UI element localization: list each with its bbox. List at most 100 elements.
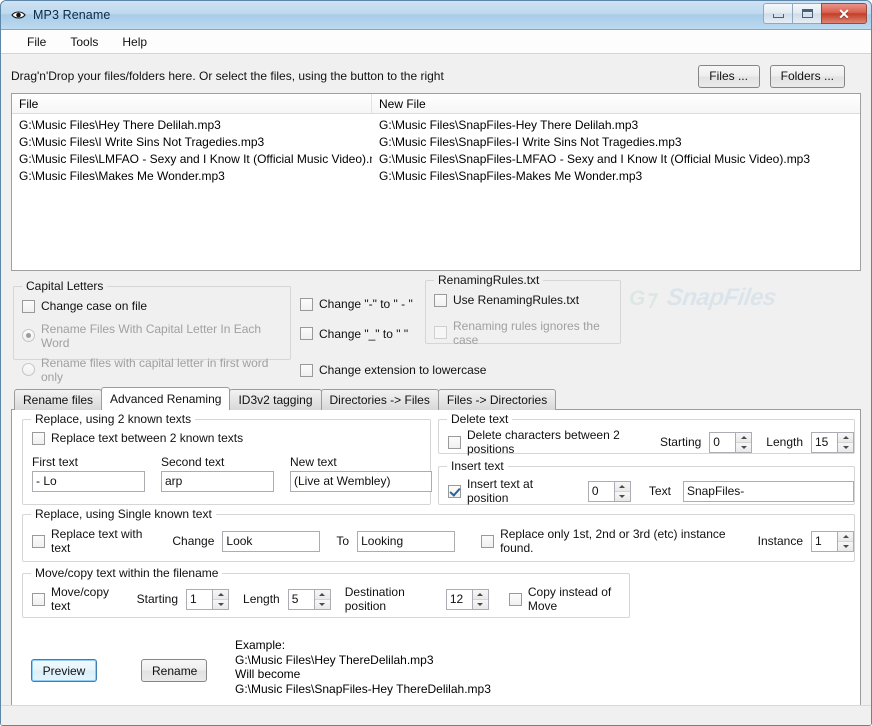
- replace-text-with-text-checkbox[interactable]: Replace text with text: [32, 527, 154, 555]
- change-input[interactable]: [222, 530, 321, 552]
- capital-letters-title: Capital Letters: [22, 279, 108, 293]
- stepper-down-icon[interactable]: [614, 491, 630, 501]
- instance-input[interactable]: [811, 530, 837, 552]
- menu-help[interactable]: Help: [110, 32, 159, 52]
- delete-length-stepper[interactable]: [811, 431, 854, 453]
- tab-rename-files[interactable]: Rename files: [14, 389, 103, 410]
- tab-id3v2-tagging[interactable]: ID3v2 tagging: [229, 389, 322, 410]
- renaming-rules-title: RenamingRules.txt: [434, 273, 544, 287]
- table-row[interactable]: G:\Music Files\Makes Me Wonder.mp3 G:\Mu…: [12, 168, 860, 185]
- delete-starting-stepper[interactable]: [709, 431, 753, 453]
- column-header-file[interactable]: File: [12, 94, 372, 113]
- change-case-checkbox[interactable]: Change case on file: [22, 299, 147, 313]
- destination-position-input[interactable]: [445, 588, 472, 610]
- rules-ignore-case-checkbox[interactable]: Renaming rules ignores the case: [434, 319, 620, 347]
- table-row[interactable]: G:\Music Files\LMFAO - Sexy and I Know I…: [12, 151, 860, 168]
- stepper-down-icon[interactable]: [838, 442, 853, 452]
- checkbox-box: [481, 534, 495, 548]
- stepper-down-icon[interactable]: [314, 599, 330, 609]
- replace-text-with-text-label: Replace text with text: [51, 527, 143, 555]
- use-renaming-rules-label: Use RenamingRules.txt: [453, 293, 580, 307]
- to-input[interactable]: [357, 530, 456, 552]
- stepper-down-icon[interactable]: [736, 442, 752, 452]
- move-starting-label: Starting: [136, 592, 179, 606]
- menu-tools[interactable]: Tools: [58, 32, 110, 52]
- stepper-down-icon[interactable]: [838, 541, 853, 551]
- insert-position-stepper[interactable]: [587, 480, 631, 502]
- insert-text-label: Text: [648, 484, 671, 498]
- move-length-input[interactable]: [287, 588, 314, 610]
- stepper-up-icon[interactable]: [736, 432, 752, 443]
- rename-button[interactable]: Rename: [141, 659, 207, 682]
- delete-text-title: Delete text: [447, 412, 513, 426]
- delete-text-group: Delete text Delete characters between 2 …: [438, 412, 855, 456]
- instance-stepper[interactable]: [811, 530, 854, 552]
- change-underscore-checkbox[interactable]: Change "_" to " ": [300, 327, 408, 341]
- insert-position-input[interactable]: [587, 480, 614, 502]
- capital-first-word-radio[interactable]: Rename files with capital letter in firs…: [22, 356, 290, 384]
- stepper-up-icon[interactable]: [614, 481, 630, 492]
- first-text-input[interactable]: [32, 470, 145, 492]
- move-length-stepper[interactable]: [287, 588, 331, 610]
- column-header-new-file[interactable]: New File: [372, 94, 860, 113]
- destination-position-stepper[interactable]: [445, 588, 489, 610]
- stepper-up-icon[interactable]: [838, 432, 853, 443]
- replace-between-checkbox[interactable]: Replace text between 2 known texts: [32, 431, 243, 445]
- maximize-button[interactable]: [792, 3, 821, 24]
- folders-button[interactable]: Folders ...: [769, 64, 845, 88]
- tab-files-to-directories[interactable]: Files -> Directories: [437, 389, 557, 410]
- insert-text-input[interactable]: [682, 480, 854, 502]
- table-row[interactable]: G:\Music Files\Hey There Delilah.mp3 G:\…: [12, 117, 860, 134]
- replace-instance-label: Replace only 1st, 2nd or 3rd (etc) insta…: [500, 527, 726, 555]
- replace-instance-checkbox[interactable]: Replace only 1st, 2nd or 3rd (etc) insta…: [481, 527, 740, 555]
- second-text-input[interactable]: [161, 470, 274, 492]
- cell-file: G:\Music Files\Hey There Delilah.mp3: [19, 118, 221, 132]
- stepper-up-icon[interactable]: [213, 589, 229, 600]
- title-bar: MP3 Rename ✕: [1, 1, 871, 30]
- capital-each-word-radio[interactable]: Rename Files With Capital Letter In Each…: [22, 322, 290, 350]
- files-button[interactable]: Files ...: [697, 64, 760, 88]
- move-starting-input[interactable]: [186, 588, 213, 610]
- tab-advanced-renaming[interactable]: Advanced Renaming: [101, 387, 231, 410]
- delete-starting-input[interactable]: [709, 431, 736, 453]
- replace-between-label: Replace text between 2 known texts: [51, 431, 244, 445]
- footer-area: Preview Rename Example: G:\Music Files\H…: [12, 638, 860, 696]
- change-extension-lowercase-checkbox[interactable]: Change extension to lowercase: [300, 363, 486, 377]
- new-text-input[interactable]: [290, 470, 432, 492]
- to-label: To: [336, 534, 350, 548]
- snapfiles-logo-icon: G⁊: [629, 287, 656, 310]
- stepper-up-icon[interactable]: [472, 589, 488, 600]
- stepper-down-icon[interactable]: [472, 599, 488, 609]
- stepper-up-icon[interactable]: [314, 589, 330, 600]
- move-copy-checkbox[interactable]: Move/copy text: [32, 585, 121, 613]
- use-renaming-rules-checkbox[interactable]: Use RenamingRules.txt: [434, 293, 579, 307]
- cell-new-file: G:\Music Files\SnapFiles-Makes Me Wonder…: [379, 169, 643, 183]
- checkbox-box: [434, 293, 447, 307]
- snapfiles-watermark: G⁊ SnapFiles: [629, 282, 809, 316]
- window-title: MP3 Rename: [33, 8, 111, 22]
- delete-starting-label: Starting: [659, 435, 702, 449]
- change-dash-checkbox[interactable]: Change "-" to " - ": [300, 297, 413, 311]
- close-button[interactable]: ✕: [821, 3, 867, 24]
- preview-button[interactable]: Preview: [31, 659, 97, 682]
- replace-single-group: Replace, using Single known text Replace…: [22, 507, 855, 562]
- cell-file: G:\Music Files\LMFAO - Sexy and I Know I…: [19, 152, 372, 166]
- delete-characters-checkbox[interactable]: Delete characters between 2 positions: [448, 428, 640, 456]
- change-underscore-label: Change "_" to " ": [319, 326, 409, 341]
- cell-new-file: G:\Music Files\SnapFiles-I Write Sins No…: [379, 135, 682, 149]
- stepper-up-icon[interactable]: [838, 531, 853, 542]
- stepper-down-icon[interactable]: [213, 599, 229, 609]
- minimize-button[interactable]: [763, 3, 792, 24]
- delete-length-input[interactable]: [811, 431, 837, 453]
- tab-directories-to-files[interactable]: Directories -> Files: [320, 389, 439, 410]
- insert-at-position-checkbox[interactable]: Insert text at position: [448, 477, 574, 505]
- tab-panel-advanced-renaming: Replace, using 2 known texts Replace tex…: [11, 409, 861, 718]
- file-list[interactable]: File New File G:\Music Files\Hey There D…: [11, 93, 861, 271]
- insert-text-group: Insert text Insert text at position Text: [438, 459, 855, 505]
- table-row[interactable]: G:\Music Files\I Write Sins Not Tragedie…: [12, 134, 860, 151]
- menu-file[interactable]: File: [15, 32, 58, 52]
- cell-file: G:\Music Files\I Write Sins Not Tragedie…: [19, 135, 265, 149]
- copy-instead-checkbox[interactable]: Copy instead of Move: [508, 585, 629, 613]
- checkbox-box: [32, 431, 45, 445]
- move-starting-stepper[interactable]: [186, 588, 230, 610]
